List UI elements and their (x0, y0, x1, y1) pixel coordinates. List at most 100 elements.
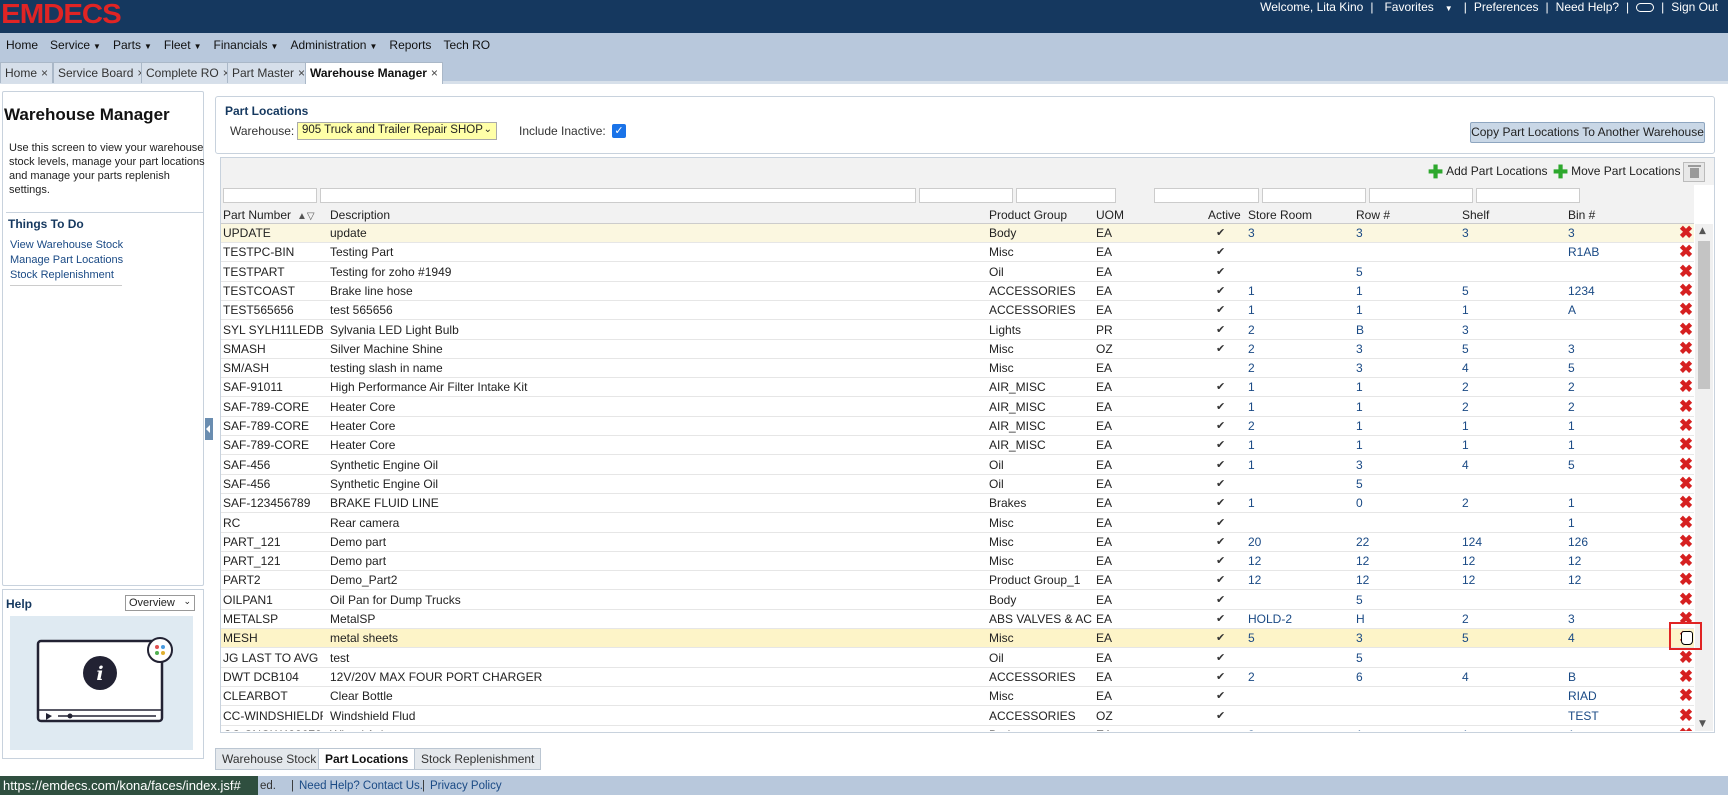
delete-row-icon[interactable]: ✖ (1678, 707, 1694, 724)
delete-row-icon[interactable]: ✖ (1678, 243, 1694, 260)
preferences-link[interactable]: Preferences (1470, 0, 1543, 14)
delete-row-icon[interactable]: ✖ (1678, 687, 1694, 704)
move-part-locations-button[interactable]: ✚ Move Part Locations (1553, 163, 1680, 181)
help-video-thumbnail[interactable]: i (10, 616, 193, 750)
store-room-filter[interactable] (1154, 188, 1259, 203)
col-row[interactable]: Row # (1356, 208, 1390, 222)
menu-item-parts[interactable]: Parts ▼ (113, 38, 152, 52)
description-filter[interactable] (320, 188, 916, 203)
menu-item-reports[interactable]: Reports (389, 38, 431, 52)
collapse-sidebar-handle[interactable] (205, 418, 213, 440)
delete-row-icon[interactable]: ✖ (1678, 649, 1694, 666)
delete-row-icon[interactable]: ✖ (1678, 436, 1694, 453)
delete-row-icon[interactable]: ✖ (1678, 417, 1694, 434)
table-row[interactable]: OILPAN1 Oil Pan for Dump Trucks Body EA ✔ 5 ✖ (221, 591, 1694, 610)
delete-row-icon[interactable]: ✖ (1678, 321, 1694, 338)
delete-row-icon[interactable]: ✖ (1678, 726, 1694, 731)
close-icon[interactable]: × (431, 66, 438, 80)
delete-row-icon[interactable]: ✖ (1678, 378, 1694, 395)
menu-item-tech-ro[interactable]: Tech RO (443, 38, 490, 52)
delete-row-icon[interactable]: ✖ (1678, 301, 1694, 318)
copy-part-locations-button[interactable]: Copy Part Locations To Another Warehouse (1470, 122, 1705, 143)
table-row[interactable]: SAF-789-CORE Heater Core AIR_MISC EA ✔ 1 1 1 1 ✖ (221, 436, 1694, 456)
table-row[interactable]: SAF-789-CORE Heater Core AIR_MISC EA ✔ 2 1 1 1 ✖ (221, 417, 1694, 436)
table-row[interactable]: METALSP MetalSP ABS VALVES & AC... EA ✔ HOLD-… (221, 610, 1694, 629)
sign-out-link[interactable]: Sign Out (1667, 0, 1722, 14)
delete-row-icon[interactable]: ✖ (1678, 514, 1694, 531)
scroll-down-icon[interactable]: ▼ (1699, 719, 1706, 729)
uom-filter[interactable] (1016, 188, 1116, 203)
add-part-locations-button[interactable]: ✚ Add Part Locations (1428, 163, 1548, 181)
view-warehouse-stock-link[interactable]: View Warehouse Stock (10, 239, 123, 251)
col-part-number[interactable]: Part Number ▲▽ (223, 208, 315, 222)
tab-home[interactable]: Home × (0, 62, 54, 83)
table-row[interactable]: CC-SNOW4326723 Wheel Axle BodyEA ✔3 1 1 1 ✖ (221, 726, 1694, 731)
grid-scrollbar[interactable]: ▲ ▼ (1695, 224, 1713, 731)
menu-item-service[interactable]: Service ▼ (50, 38, 101, 52)
col-active[interactable]: Active (1208, 208, 1241, 222)
menu-item-fleet[interactable]: Fleet ▼ (164, 38, 202, 52)
menu-item-financials[interactable]: Financials ▼ (214, 38, 279, 52)
table-row[interactable]: DWT DCB104 12V/20V MAX FOUR PORT CHARGER A… (221, 668, 1694, 687)
table-row[interactable]: CLEARBOT Clear Bottle Misc EA ✔ RIAD ✖ (221, 687, 1694, 707)
delete-row-icon[interactable]: ✖ (1678, 263, 1694, 280)
delete-row-icon[interactable]: ✖ (1678, 456, 1694, 473)
tab-complete-ro[interactable]: Complete RO× (141, 62, 235, 83)
menu-item-administration[interactable]: Administration ▼ (290, 38, 377, 52)
delete-row-icon[interactable]: ✖ (1678, 494, 1694, 511)
bottom-tab-part-locations[interactable]: Part Locations (318, 748, 416, 770)
col-uom[interactable]: UOM (1096, 208, 1124, 222)
sort-icon[interactable]: ▲▽ (297, 211, 315, 222)
tab-part-master[interactable]: Part Master × (227, 62, 311, 83)
delete-row-icon[interactable]: ✖ (1678, 282, 1694, 299)
need-help-link[interactable]: Need Help? (1552, 0, 1623, 14)
delete-row-icon[interactable]: ✖ (1678, 359, 1694, 376)
col-shelf[interactable]: Shelf (1462, 208, 1489, 222)
table-row[interactable]: RC Rear camera Misc EA ✔ 1 ✖ (221, 514, 1694, 533)
table-row[interactable]: SYL SYLH11LEDBX2 Sylvania LED Light Bulb L… (221, 321, 1694, 340)
table-row[interactable]: SMASH Silver Machine Shine Misc OZ ✔ 2 3 5 3 ✖ (221, 340, 1694, 359)
help-topic-select[interactable]: Overview ⌄ (125, 595, 195, 611)
col-product-group[interactable]: Product Group (989, 208, 1067, 222)
close-icon[interactable]: × (41, 66, 48, 80)
table-row[interactable]: TESTCOAST Brake line hose ACCESSORIES EA ✔ 1 1… (221, 282, 1694, 301)
scrollbar-thumb[interactable] (1698, 241, 1710, 389)
delete-row-icon[interactable]: ✖ (1678, 668, 1694, 685)
table-row[interactable]: SAF-456 Synthetic Engine Oil Oil EA ✔ 1 3 4 5 ✖ (221, 456, 1694, 475)
tab-service-board[interactable]: Service Board× (53, 62, 150, 83)
table-row[interactable]: TESTPC-BIN Testing Part Misc EA ✔ R1AB ✖ (221, 243, 1694, 263)
table-row[interactable]: PART2 Demo_Part2 Product Group_1 EA ✔ 12 12 12 1… (221, 571, 1694, 591)
table-row[interactable]: TEST565656 test 565656 ACCESSORIES EA ✔ 1 1 1 A ✖ (221, 301, 1694, 321)
table-row[interactable]: PART_121 Demo part Misc EA ✔ 12 12 12 12 ✖ (221, 552, 1694, 572)
delete-row-icon[interactable]: ✖ (1678, 591, 1694, 608)
product-group-filter[interactable] (919, 188, 1013, 203)
manage-part-locations-link[interactable]: Manage Part Locations (10, 254, 123, 266)
table-row[interactable]: JG LAST TO AVG test Oil EA ✔ 5 ✖ (221, 649, 1694, 668)
part-number-filter[interactable] (223, 188, 317, 203)
table-row[interactable]: SAF-456 Synthetic Engine Oil Oil EA ✔ 5 ✖ (221, 475, 1694, 494)
delete-row-icon[interactable]: ✖ (1678, 552, 1694, 569)
col-store-room[interactable]: Store Room (1248, 208, 1312, 222)
bottom-tab-warehouse-stock[interactable]: Warehouse Stock (215, 748, 324, 770)
close-icon[interactable]: × (298, 66, 305, 80)
menu-item-home[interactable]: Home (6, 38, 38, 52)
tab-warehouse-manager[interactable]: Warehouse Manager × (305, 62, 443, 84)
contact-us-link[interactable]: Need Help? Contact Us. (299, 780, 423, 792)
scroll-up-icon[interactable]: ▲ (1699, 226, 1706, 236)
shelf-filter[interactable] (1369, 188, 1473, 203)
bottom-tab-stock-replenishment[interactable]: Stock Replenishment (414, 748, 542, 770)
delete-row-icon[interactable]: ✖ (1678, 224, 1694, 241)
table-row[interactable]: UPDATE update Body EA ✔ 3 3 3 3 ✖ (221, 224, 1694, 243)
table-row[interactable]: SM/ASH testing slash in name Misc EA 2 3 4 5 ✖ (221, 359, 1694, 379)
favorites-menu[interactable]: Favorites ▼ (1376, 0, 1460, 14)
table-row[interactable]: TESTPART Testing for zoho #1949 Oil EA ✔ 5 ✖ (221, 263, 1694, 282)
table-row[interactable]: SAF-91011 High Performance Air Filter Int… (221, 378, 1694, 398)
col-bin[interactable]: Bin # (1568, 208, 1595, 222)
delete-row-icon[interactable]: ✖ (1678, 340, 1694, 357)
delete-row-icon[interactable]: ✖ (1678, 398, 1694, 415)
delete-row-icon[interactable]: ✖ (1678, 533, 1694, 550)
table-row[interactable]: SAF-123456789 BRAKE FLUID LINE Brakes EA ✔ 1 0… (221, 494, 1694, 514)
row-filter[interactable] (1262, 188, 1366, 203)
delete-selected-button[interactable] (1683, 162, 1705, 182)
warehouse-select[interactable]: 905 Truck and Trailer Repair SHOP ⌄ (297, 122, 497, 140)
